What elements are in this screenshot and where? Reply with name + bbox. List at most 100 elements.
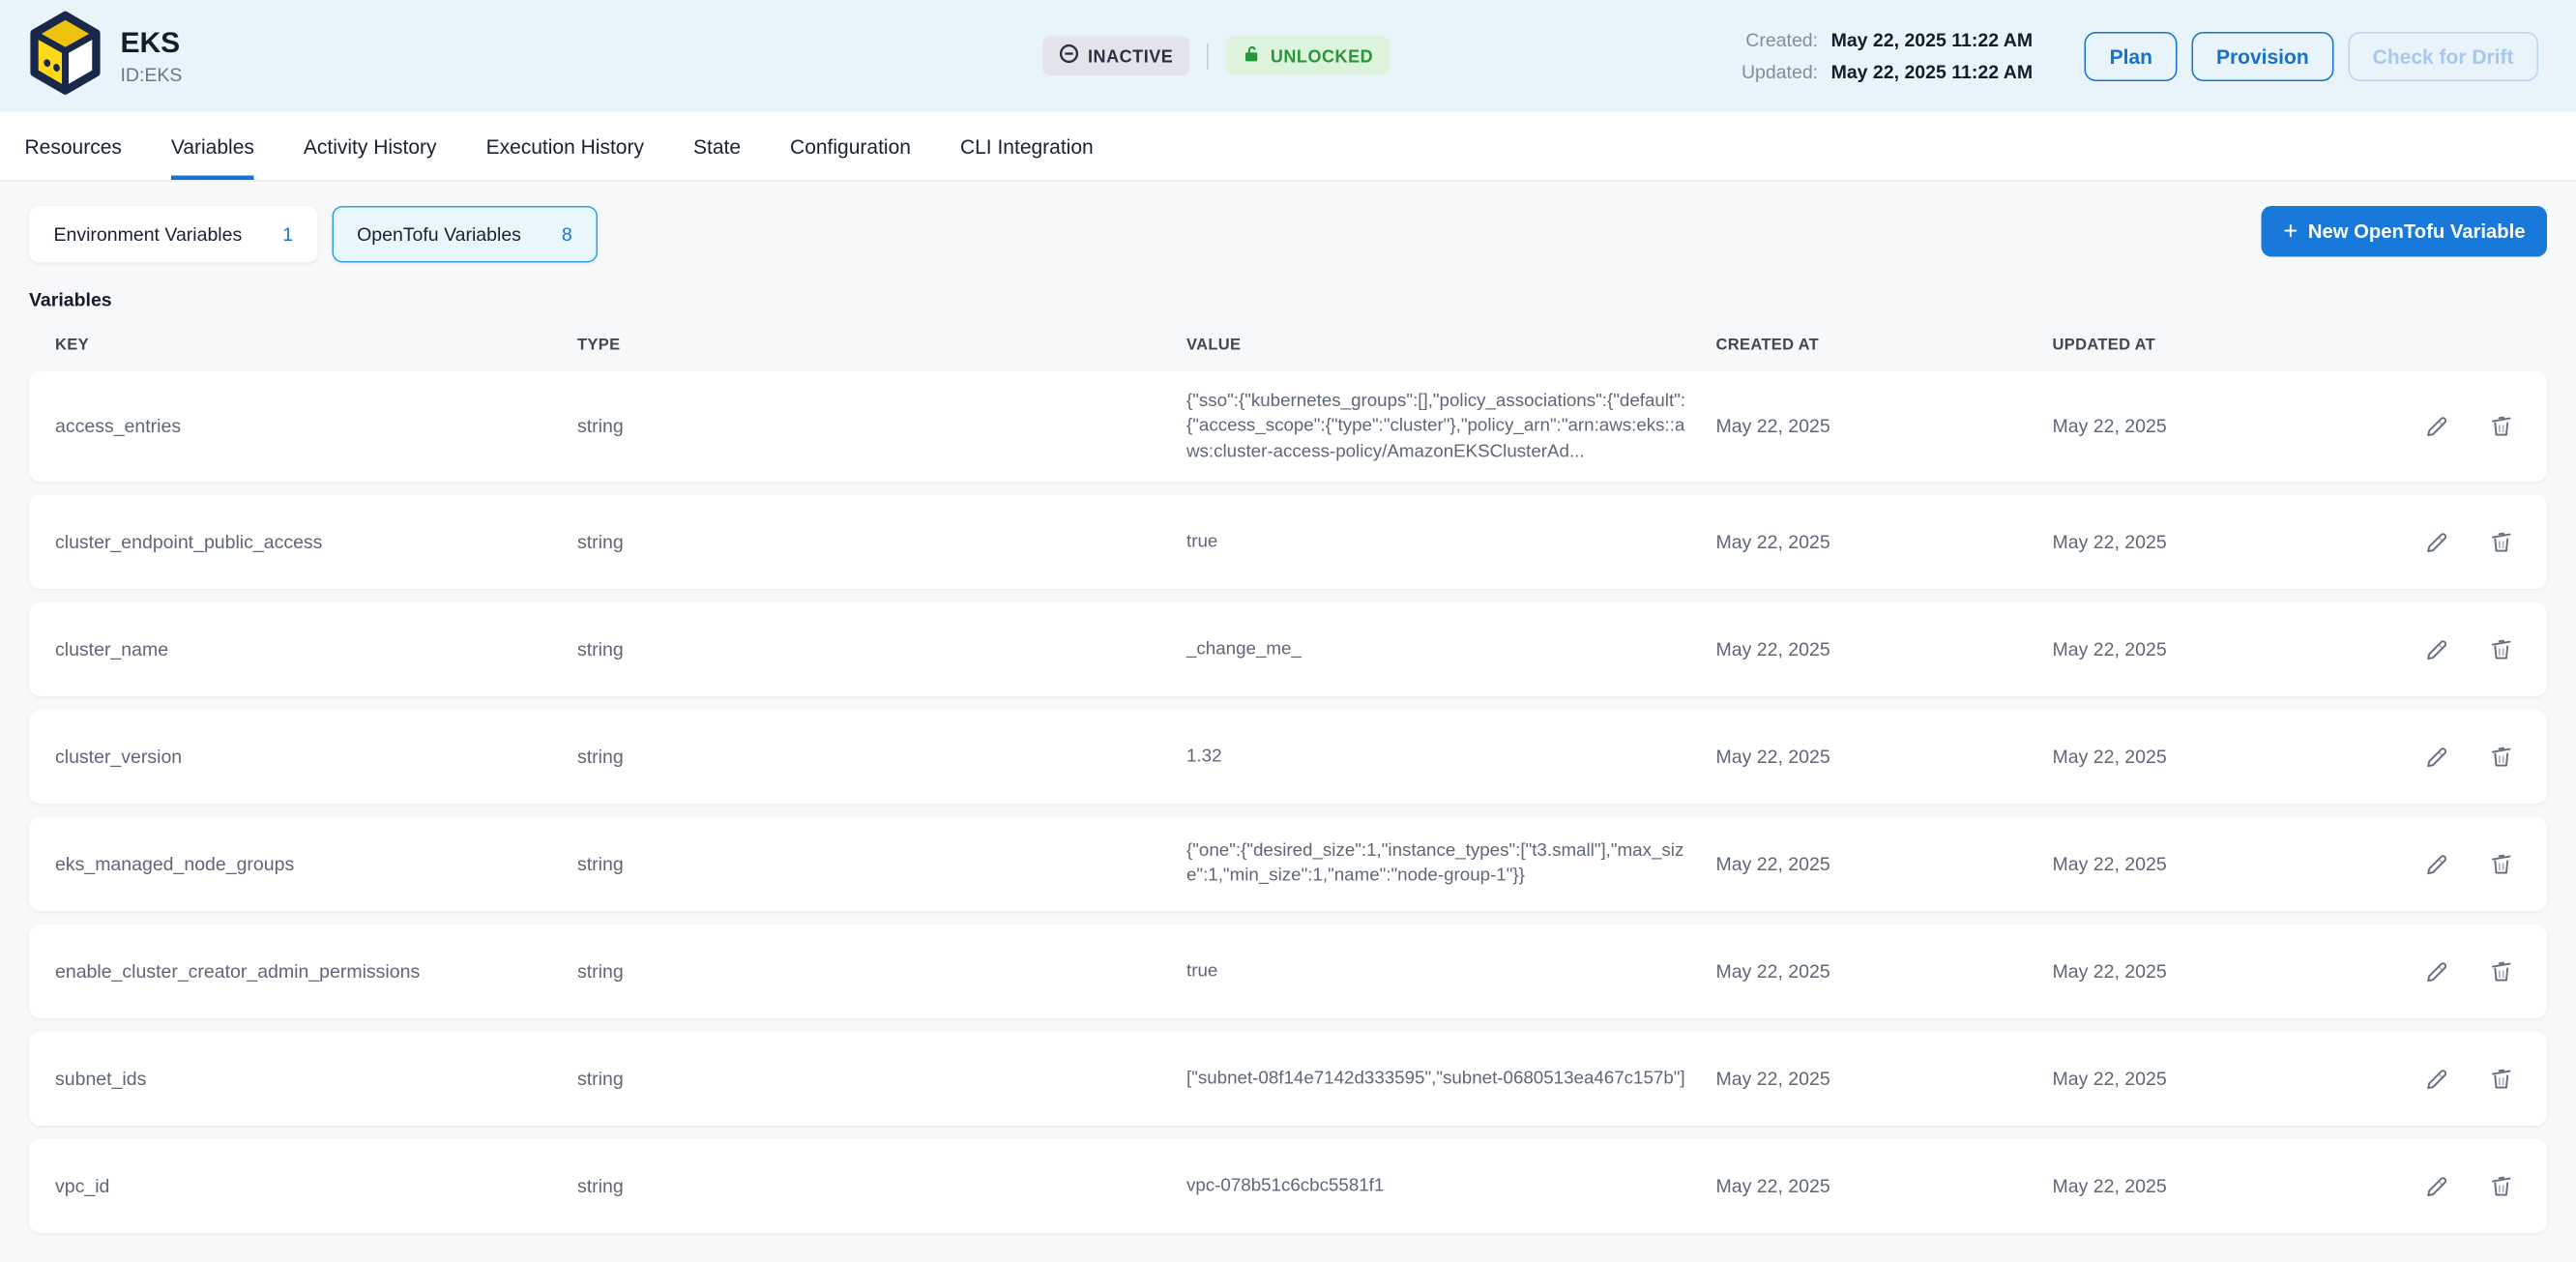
plus-icon: +: [2283, 220, 2298, 245]
column-header-type: TYPE: [577, 337, 1186, 354]
updated-value: May 22, 2025 11:22 AM: [1831, 61, 2034, 83]
provision-button[interactable]: Provision: [2191, 31, 2333, 80]
chip-opentofu-variables[interactable]: OpenTofu Variables 8: [333, 206, 598, 263]
table-row: cluster_version string 1.32 May 22, 2025…: [29, 709, 2547, 804]
var-type-cell: string: [577, 531, 1186, 553]
pencil-icon: [2422, 413, 2450, 441]
var-key-cell: cluster_endpoint_public_access: [55, 531, 577, 553]
edit-variable-button[interactable]: [2422, 743, 2450, 771]
updated-label: Updated:: [1742, 61, 1818, 83]
pencil-icon: [2422, 1065, 2450, 1093]
check-for-drift-button[interactable]: Check for Drift: [2348, 31, 2538, 80]
delete-variable-button[interactable]: [2488, 1172, 2516, 1200]
var-created-at-cell: May 22, 2025: [1716, 1175, 2053, 1197]
content: Environment Variables 1 OpenTofu Variabl…: [0, 182, 2576, 1233]
variables-table: access_entries string {"sso":{"kubernete…: [29, 371, 2547, 1233]
edit-variable-button[interactable]: [2422, 850, 2450, 878]
pencil-icon: [2422, 957, 2450, 985]
plan-button[interactable]: Plan: [2085, 31, 2177, 80]
delete-variable-button[interactable]: [2488, 528, 2516, 556]
var-key-cell: subnet_ids: [55, 1068, 577, 1090]
chip-opentofu-count: 8: [562, 223, 572, 246]
delete-variable-button[interactable]: [2488, 635, 2516, 663]
var-type-cell: string: [577, 960, 1186, 983]
var-value-cell: {"sso":{"kubernetes_groups":[],"policy_a…: [1186, 389, 1716, 464]
trash-icon: [2488, 1172, 2516, 1200]
chip-environment-variables[interactable]: Environment Variables 1: [29, 206, 318, 263]
var-type-cell: string: [577, 416, 1186, 438]
tab-execution-history[interactable]: Execution History: [486, 112, 644, 181]
var-value-cell: ["subnet-08f14e7142d333595","subnet-0680…: [1186, 1066, 1716, 1091]
badge-divider: [1207, 43, 1209, 69]
edit-variable-button[interactable]: [2422, 413, 2450, 441]
table-row: eks_managed_node_groups string {"one":{"…: [29, 816, 2547, 911]
var-updated-at-cell: May 22, 2025: [2053, 638, 2386, 660]
edit-variable-button[interactable]: [2422, 1172, 2450, 1200]
var-type-cell: string: [577, 1175, 1186, 1197]
edit-variable-button[interactable]: [2422, 957, 2450, 985]
inactive-badge-label: INACTIVE: [1088, 45, 1173, 66]
delete-variable-button[interactable]: [2488, 743, 2516, 771]
var-type-cell: string: [577, 638, 1186, 660]
timestamps: Created: May 22, 2025 11:22 AM Updated: …: [1742, 29, 2033, 83]
column-header-value: VALUE: [1186, 337, 1716, 354]
created-row: Created: May 22, 2025 11:22 AM: [1742, 29, 2033, 51]
var-updated-at-cell: May 22, 2025: [2053, 960, 2386, 983]
tab-resources[interactable]: Resources: [25, 112, 122, 181]
var-value-cell: _change_me_: [1186, 636, 1716, 661]
status-badges: INACTIVE UNLOCKED: [1043, 0, 1390, 112]
var-value-cell: 1.32: [1186, 744, 1716, 769]
table-row: access_entries string {"sso":{"kubernete…: [29, 371, 2547, 482]
chip-environment-count: 1: [282, 223, 293, 246]
tab-activity-history[interactable]: Activity History: [304, 112, 437, 181]
status-badge-inactive: INACTIVE: [1043, 37, 1189, 76]
tab-state[interactable]: State: [693, 112, 741, 181]
var-created-at-cell: May 22, 2025: [1716, 1068, 2053, 1090]
table-row: cluster_name string _change_me_ May 22, …: [29, 602, 2547, 696]
var-type-cell: string: [577, 1068, 1186, 1090]
table-row: enable_cluster_creator_admin_permissions…: [29, 924, 2547, 1018]
table-row: subnet_ids string ["subnet-08f14e7142d33…: [29, 1031, 2547, 1126]
row-actions: [2386, 850, 2522, 878]
delete-variable-button[interactable]: [2488, 850, 2516, 878]
var-updated-at-cell: May 22, 2025: [2053, 853, 2386, 875]
var-updated-at-cell: May 22, 2025: [2053, 1068, 2386, 1090]
trash-icon: [2488, 413, 2516, 441]
page-title: EKS: [121, 27, 183, 61]
tab-cli-integration[interactable]: CLI Integration: [960, 112, 1094, 181]
header-right: Created: May 22, 2025 11:22 AM Updated: …: [1742, 29, 2538, 83]
var-key-cell: cluster_name: [55, 638, 577, 660]
edit-variable-button[interactable]: [2422, 635, 2450, 663]
table-row: cluster_endpoint_public_access string tr…: [29, 494, 2547, 589]
var-key-cell: eks_managed_node_groups: [55, 853, 577, 875]
new-opentofu-variable-button[interactable]: + New OpenTofu Variable: [2262, 206, 2547, 257]
edit-variable-button[interactable]: [2422, 1065, 2450, 1093]
var-created-at-cell: May 22, 2025: [1716, 638, 2053, 660]
var-type-cell: string: [577, 853, 1186, 875]
unlocked-badge-label: UNLOCKED: [1271, 45, 1373, 66]
page-subtitle: ID:EKS: [121, 63, 183, 85]
trash-icon: [2488, 957, 2516, 985]
var-updated-at-cell: May 22, 2025: [2053, 416, 2386, 438]
delete-variable-button[interactable]: [2488, 413, 2516, 441]
pencil-icon: [2422, 850, 2450, 878]
table-row: vpc_id string vpc-078b51c6cbc5581f1 May …: [29, 1138, 2547, 1233]
pencil-icon: [2422, 743, 2450, 771]
delete-variable-button[interactable]: [2488, 1065, 2516, 1093]
trash-icon: [2488, 743, 2516, 771]
tab-variables[interactable]: Variables: [171, 112, 254, 181]
row-actions: [2386, 413, 2522, 441]
edit-variable-button[interactable]: [2422, 528, 2450, 556]
var-key-cell: access_entries: [55, 416, 577, 438]
brand-text: EKS ID:EKS: [121, 27, 183, 85]
subtab-row: Environment Variables 1 OpenTofu Variabl…: [29, 206, 2547, 263]
unlocked-padlock-icon: [1242, 44, 1262, 69]
section-title: Variables: [29, 289, 2547, 311]
var-value-cell: vpc-078b51c6cbc5581f1: [1186, 1173, 1716, 1198]
tab-configuration[interactable]: Configuration: [790, 112, 911, 181]
pencil-icon: [2422, 635, 2450, 663]
var-value-cell: true: [1186, 529, 1716, 554]
updated-row: Updated: May 22, 2025 11:22 AM: [1742, 61, 2033, 83]
row-actions: [2386, 1172, 2522, 1200]
delete-variable-button[interactable]: [2488, 957, 2516, 985]
